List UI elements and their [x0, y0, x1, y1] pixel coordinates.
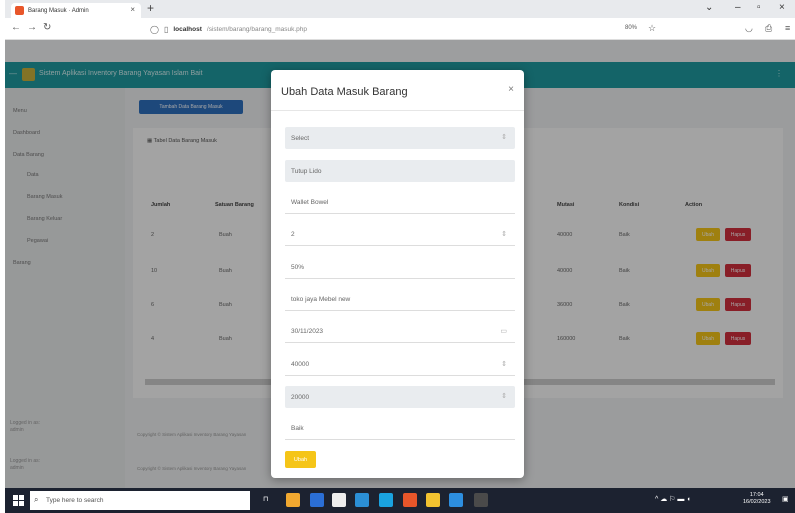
stepper-icon[interactable]: ⇕	[501, 360, 507, 368]
sumber-field[interactable]: toko jaya Mebel new	[285, 289, 515, 311]
search-icon: ⌕	[34, 495, 39, 504]
mail-icon[interactable]	[310, 493, 324, 507]
back-icon[interactable]: ←	[11, 22, 21, 33]
xampp-icon[interactable]	[403, 493, 417, 507]
reload-icon[interactable]: ↻	[43, 22, 51, 33]
kondisi-field[interactable]: Baik	[285, 418, 515, 440]
app-icon-2[interactable]	[355, 493, 369, 507]
store-icon[interactable]	[332, 493, 346, 507]
windows-start-icon[interactable]	[13, 495, 24, 506]
forward-icon[interactable]: →	[27, 22, 37, 33]
harga-stepper[interactable]: 40000 ⇕	[285, 354, 515, 376]
field-value: toko jaya Mebel new	[291, 296, 351, 303]
taskbar-clock[interactable]: 17:04 16/02/2023	[743, 492, 771, 506]
taskbar-search-input[interactable]: ⌕ Type here to search	[30, 491, 250, 510]
field-value: 20000	[291, 393, 310, 401]
barang-select[interactable]: Select ⇕	[285, 127, 515, 149]
clock-time: 17:04	[749, 492, 764, 498]
minimize-icon[interactable]: –	[735, 2, 741, 13]
pocket-icon[interactable]: ◡	[745, 23, 753, 34]
modal-title: Ubah Data Masuk Barang	[281, 86, 408, 98]
url-path: /sistem/barang/barang_masuk.php	[206, 25, 307, 33]
edit-barang-modal: Ubah Data Masuk Barang × Select ⇕ Tutup …	[271, 70, 524, 478]
field-value: Baik	[291, 425, 304, 432]
field-value: Tutup Lido	[291, 167, 322, 175]
new-tab-icon[interactable]: +	[147, 1, 154, 15]
close-icon[interactable]: ×	[508, 84, 514, 95]
browser-window: Barang Masuk · Admin × + ⌄ – ▫ × ← → ↻ ◯…	[5, 0, 795, 513]
chevron-down-icon: ⇕	[501, 134, 507, 141]
system-tray-icons[interactable]: ^ ☁ ⚐ ▬ ◖	[655, 495, 691, 503]
tab-title: Barang Masuk · Admin	[28, 7, 89, 14]
edge-icon[interactable]	[379, 493, 393, 507]
stepper-icon: ⇕	[501, 393, 507, 400]
bookmark-star-icon[interactable]: ☆	[648, 23, 656, 34]
modal-divider	[271, 110, 524, 111]
stepper-icon[interactable]: ⇕	[501, 230, 507, 238]
favicon-icon	[15, 6, 24, 15]
tanggal-field[interactable]: 30/11/2023 ▭	[285, 321, 515, 343]
tab-search-chevron-icon[interactable]: ⌄	[705, 2, 713, 13]
tab-close-icon[interactable]: ×	[130, 5, 135, 14]
merk-field[interactable]: Wallet Bowel	[285, 192, 515, 214]
vscode-icon[interactable]	[449, 493, 463, 507]
notification-icon[interactable]: ▣	[782, 495, 789, 503]
app-icon-1[interactable]	[286, 493, 300, 507]
zoom-level[interactable]: 80%	[625, 25, 637, 31]
browser-tab[interactable]: Barang Masuk · Admin ×	[11, 3, 141, 18]
satuan-field[interactable]: 50%	[285, 257, 515, 279]
jumlah-stepper[interactable]: 2 ⇕	[285, 224, 515, 246]
field-value: 40000	[291, 361, 310, 368]
task-view-icon[interactable]: ⊓	[263, 495, 268, 503]
nama-barang-field[interactable]: Tutup Lido	[285, 160, 515, 182]
taskbar: ⌕ Type here to search ⊓ ^ ☁ ⚐ ▬ ◖ 17:04 …	[5, 488, 795, 513]
search-placeholder: Type here to search	[46, 497, 104, 504]
app-icon-3[interactable]	[474, 493, 488, 507]
url-host: localhost	[173, 25, 202, 33]
address-bar-row: ← → ↻ ◯ ▯ localhost /sistem/barang/baran…	[5, 18, 795, 40]
url-field[interactable]: ◯ ▯ localhost /sistem/barang/barang_masu…	[150, 21, 650, 37]
field-value: 30/11/2023	[291, 328, 324, 335]
clock-date: 16/02/2023	[743, 499, 771, 505]
field-value: 2	[291, 231, 295, 238]
maximize-icon[interactable]: ▫	[757, 2, 761, 13]
window-close-icon[interactable]: ×	[779, 2, 785, 13]
submit-ubah-button[interactable]: Ubah	[285, 451, 316, 468]
field-value: 50%	[291, 264, 305, 271]
menu-icon[interactable]: ≡	[785, 23, 790, 33]
field-value: Select	[291, 134, 310, 142]
total-field[interactable]: 20000 ⇕	[285, 386, 515, 408]
field-value: Wallet Bowel	[291, 199, 329, 206]
file-explorer-icon[interactable]	[426, 493, 440, 507]
shield-icon: ◯	[150, 24, 159, 34]
calendar-icon[interactable]: ▭	[500, 327, 507, 335]
share-icon[interactable]: ⎙	[765, 23, 772, 34]
browser-tab-strip: Barang Masuk · Admin × + ⌄ – ▫ ×	[5, 0, 795, 18]
page-icon: ▯	[163, 24, 169, 34]
